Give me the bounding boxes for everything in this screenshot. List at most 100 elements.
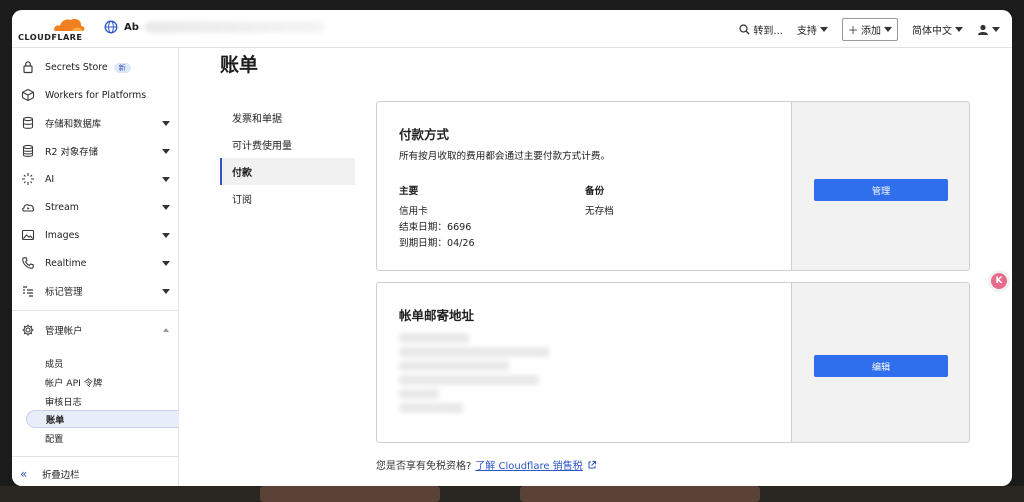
app-window: CLOUDFLARE Ab 转到... 支持 + 添加 简体中文 Secrets…: [12, 10, 1012, 486]
address-line-redacted: [399, 361, 509, 371]
address-line-redacted: [399, 347, 549, 357]
payment-method-title: 付款方式: [399, 127, 450, 142]
cube-icon: [21, 88, 35, 102]
sidebar-item-r2[interactable]: R2 对象存储: [12, 141, 179, 161]
sidebar-item-stream[interactable]: Stream: [12, 197, 179, 217]
chevron-down-icon: [162, 149, 170, 154]
chevron-down-icon: [884, 27, 892, 32]
sidebar-item-label: AI: [45, 173, 55, 185]
sidebar-item-ai[interactable]: AI: [12, 169, 179, 189]
background-shape: [520, 486, 760, 502]
collapse-sidebar-label: 折叠边栏: [42, 470, 80, 481]
tax-exempt-question: 您是否享有免税资格?: [376, 461, 472, 472]
chevron-down-icon: [819, 27, 828, 32]
payment-card-actions: 管理: [791, 102, 969, 270]
backup-heading: 备份: [585, 186, 605, 197]
sidebar: Secrets Store 新 Workers for Platforms 存储和…: [12, 48, 179, 486]
user-icon: [978, 24, 988, 35]
primary-end-date: 结束日期：6696: [399, 222, 472, 233]
sidebar-subitem-audit-log[interactable]: 审核日志: [26, 392, 179, 410]
edit-button[interactable]: 编辑: [814, 355, 948, 377]
add-label: 添加: [861, 26, 881, 37]
account-name-redacted: [144, 21, 325, 33]
background-shape: [260, 486, 440, 502]
add-button[interactable]: + 添加: [841, 18, 898, 41]
sidebar-subitem-configurations[interactable]: 配置: [26, 429, 179, 447]
address-line-redacted: [399, 375, 539, 385]
sidebar-item-label: Stream: [45, 201, 79, 213]
gear-icon: [22, 324, 34, 336]
billing-subnav: 发票和单据 可计费使用量 付款 订阅: [220, 104, 355, 212]
tax-exempt-note: 您是否享有免税资格? 了解 Cloudflare 销售税: [376, 457, 597, 472]
chevron-down-icon: [162, 121, 170, 126]
assistant-icon: K: [991, 273, 1007, 289]
top-bar: CLOUDFLARE Ab 转到... 支持 + 添加 简体中文: [12, 10, 1012, 48]
chevron-down-icon: [162, 233, 170, 238]
support-label: 支持: [796, 26, 817, 37]
sidebar-divider: [12, 310, 179, 311]
billing-address-card: 帐单邮寄地址 编辑: [376, 282, 970, 443]
sales-tax-link[interactable]: 了解 Cloudflare 销售税: [475, 457, 582, 472]
address-line-redacted: [399, 333, 469, 343]
image-icon: [21, 229, 35, 241]
address-line-redacted: [399, 389, 439, 399]
bucket-icon: [22, 144, 34, 157]
sidebar-subitem-members[interactable]: 成员: [26, 354, 179, 372]
sidebar-item-realtime[interactable]: Realtime: [12, 253, 179, 273]
sidebar-item-label: Realtime: [45, 257, 87, 269]
sidebar-item-label: R2 对象存储: [45, 147, 98, 158]
sidebar-item-images[interactable]: Images: [12, 225, 179, 245]
sidebar-item-secrets-store[interactable]: Secrets Store 新: [12, 57, 179, 77]
chevron-down-icon: [162, 205, 170, 210]
plus-icon: +: [847, 22, 858, 37]
language-menu[interactable]: 简体中文: [912, 22, 963, 37]
primary-type: 信用卡: [399, 206, 428, 217]
subnav-invoices[interactable]: 发票和单据: [220, 104, 355, 131]
chevron-down-icon: [992, 27, 1000, 32]
sidebar-item-workers-for-platforms[interactable]: Workers for Platforms: [12, 85, 179, 105]
subnav-subscriptions[interactable]: 订阅: [220, 185, 355, 212]
lock-icon: [23, 61, 33, 74]
user-menu[interactable]: [977, 24, 1000, 36]
sidebar-divider: [12, 456, 179, 457]
sidebar-item-tag-management[interactable]: 标记管理: [12, 281, 179, 301]
sparkle-icon: [22, 173, 34, 185]
subnav-payment[interactable]: 付款: [220, 158, 355, 185]
account-switcher[interactable]: Ab: [104, 20, 325, 34]
sidebar-item-manage-account[interactable]: 管理帐户: [12, 320, 179, 340]
chevron-down-icon: [162, 261, 170, 266]
page-title: 账单: [220, 54, 259, 76]
sidebar-subitem-api-tokens[interactable]: 帐户 API 令牌: [26, 373, 179, 391]
address-line-redacted: [399, 403, 463, 413]
primary-heading: 主要: [399, 186, 419, 197]
chevron-down-icon: [162, 177, 170, 182]
sidebar-item-label: Workers for Platforms: [45, 89, 147, 101]
goto-label: 转到...: [753, 26, 783, 37]
manage-button[interactable]: 管理: [814, 179, 948, 201]
cloud-logo-icon: [53, 18, 85, 31]
primary-expiry: 到期日期：04/26: [399, 238, 475, 249]
chevron-down-icon: [162, 289, 170, 294]
sidebar-item-label: 标记管理: [45, 287, 83, 298]
external-link-icon[interactable]: [587, 460, 597, 470]
language-label: 简体中文: [912, 26, 952, 37]
goto-search[interactable]: 转到...: [739, 22, 783, 37]
subnav-billable-usage[interactable]: 可计费使用量: [220, 131, 355, 158]
sidebar-item-label: 管理帐户: [45, 326, 83, 337]
address-card-actions: 编辑: [791, 283, 969, 442]
tag-list-icon: [23, 286, 33, 297]
chevron-up-icon: [163, 328, 169, 332]
sidebar-item-storage-databases[interactable]: 存储和数据库: [12, 113, 179, 133]
collapse-sidebar-button[interactable]: « 折叠边栏: [12, 463, 179, 485]
cloudflare-logo[interactable]: CLOUDFLARE: [18, 16, 90, 44]
phone-icon: [22, 257, 34, 269]
payment-method-description: 所有按月收取的费用都会通过主要付款方式计费。: [399, 151, 611, 162]
backup-value: 无存档: [585, 206, 614, 217]
support-menu[interactable]: 支持: [797, 22, 828, 37]
billing-address-title: 帐单邮寄地址: [399, 308, 475, 323]
double-chevron-left-icon: «: [20, 467, 28, 481]
globe-icon: [104, 20, 118, 34]
sidebar-subitem-billing[interactable]: 账单: [26, 410, 179, 428]
desktop-background: [0, 486, 1024, 502]
floating-assistant-button[interactable]: K: [988, 270, 1010, 292]
